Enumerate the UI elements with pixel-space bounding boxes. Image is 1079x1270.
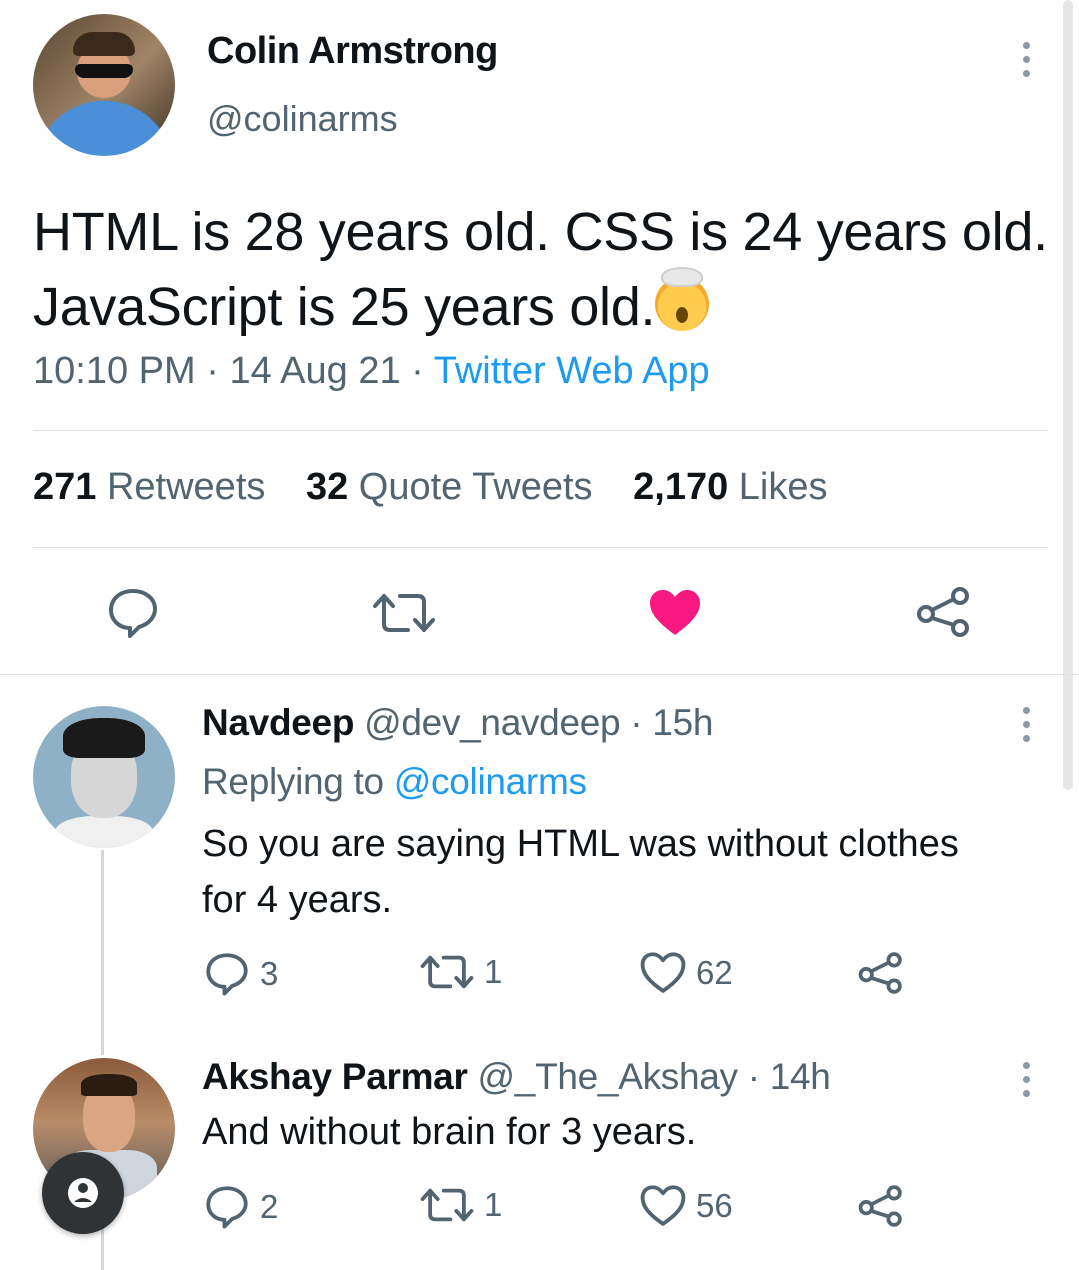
reply-icon[interactable] [106,587,160,639]
exploding-head-emoji-icon [655,267,710,331]
divider [33,547,1048,548]
like-action[interactable]: 62 [640,951,733,995]
floating-assistant-button[interactable] [42,1152,124,1234]
person-icon [68,1178,98,1208]
more-options-icon[interactable] [1021,42,1031,84]
reply-header: Akshay Parmar @_The_Akshay · 14h [202,1056,831,1097]
retweet-icon[interactable] [372,590,436,636]
retweet-icon [420,1189,474,1222]
reply-action[interactable]: 2 [204,1184,278,1230]
author-handle[interactable]: @colinarms [207,98,398,140]
replying-to: Replying to @colinarms [202,761,587,802]
author-name[interactable]: Colin Armstrong [207,30,498,73]
more-options-icon[interactable] [1021,1062,1031,1104]
thread-connector [101,850,104,1055]
divider [33,430,1048,431]
retweets-stat[interactable]: 271 Retweets [33,466,265,508]
tweet-meta: 10:10 PM · 14 Aug 21 · Twitter Web App [33,350,710,393]
divider [0,674,1079,675]
tweet-text: HTML is 28 years old. CSS is 24 years ol… [33,195,1053,345]
replying-to-handle[interactable]: @colinarms [394,761,587,802]
reply-author-handle[interactable]: @dev_navdeep [364,702,620,743]
reply-author-name[interactable]: Akshay Parmar [202,1056,468,1097]
reply-text: And without brain for 3 years. [202,1111,697,1153]
retweet-action[interactable]: 1 [420,951,502,993]
retweet-action[interactable]: 1 [420,1184,502,1226]
tweet-body: HTML is 28 years old. CSS is 24 years ol… [33,202,1048,337]
avatar-hair [73,32,135,56]
quotes-stat[interactable]: 32 Quote Tweets [306,466,593,508]
reply-time[interactable]: 14h [770,1056,831,1097]
reply-author-handle[interactable]: @_The_Akshay [478,1056,739,1097]
reply-time[interactable]: 15h [652,702,713,743]
share-icon[interactable] [858,951,904,995]
tweet-time[interactable]: 10:10 PM [33,350,196,392]
likes-stat[interactable]: 2,170 Likes [633,466,827,508]
heart-icon [640,1185,686,1226]
engagement-stats: 271 Retweets 32 Quote Tweets 2,170 Likes [33,466,828,509]
reply-avatar[interactable] [33,706,175,848]
liked-heart-icon[interactable] [648,588,702,638]
author-avatar[interactable] [33,14,175,156]
reply-action[interactable]: 3 [204,951,278,997]
avatar-sunglasses [75,64,133,78]
like-action[interactable]: 56 [640,1184,733,1228]
reply-author-name[interactable]: Navdeep [202,702,354,743]
retweet-icon [420,956,474,989]
tweet-date[interactable]: 14 Aug 21 [229,350,400,392]
more-options-icon[interactable] [1021,707,1031,749]
reply-icon [206,1186,248,1229]
share-icon[interactable] [858,1184,904,1228]
heart-icon [640,952,686,993]
share-icon[interactable] [916,586,972,638]
scrollbar[interactable] [1063,0,1073,790]
meta-separator: · [206,350,219,392]
tweet-source[interactable]: Twitter Web App [434,350,710,392]
meta-separator: · [411,350,424,392]
reply-icon [206,953,248,996]
reply-header: Navdeep @dev_navdeep · 15h [202,702,714,743]
reply-text: So you are saying HTML was without cloth… [202,823,959,921]
